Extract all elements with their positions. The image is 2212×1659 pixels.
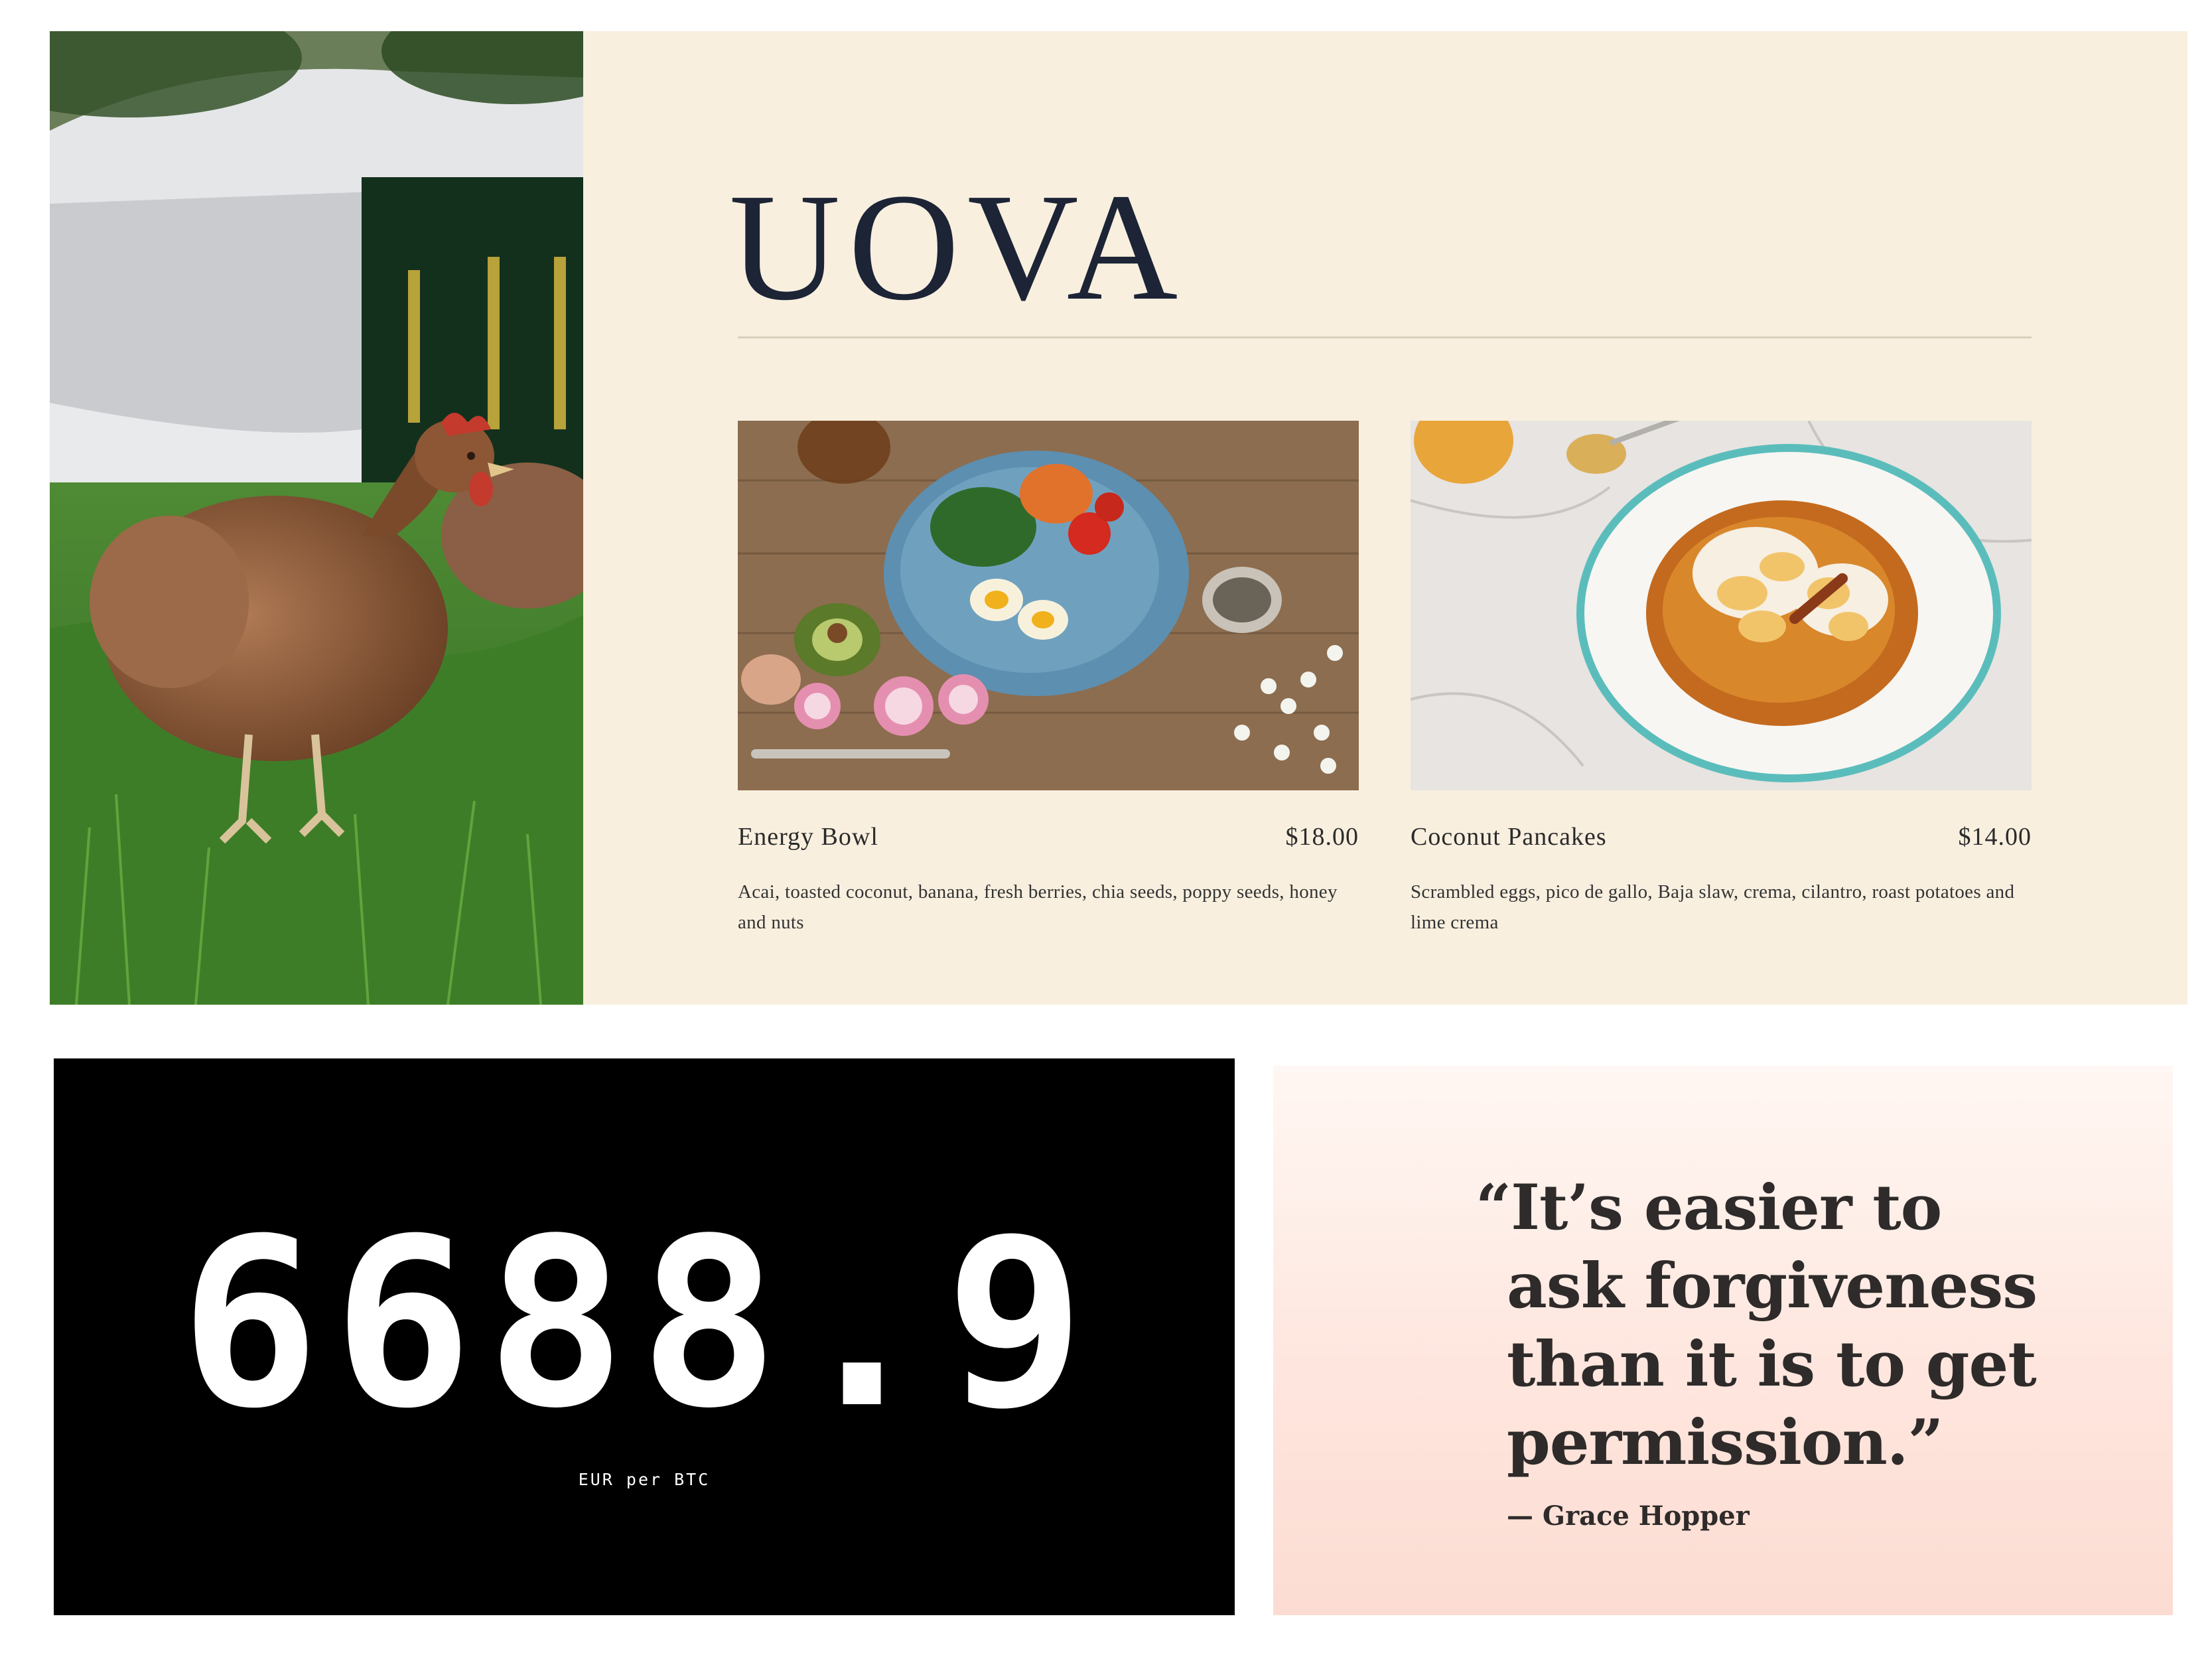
menu-content: UOVA Energy Bowl $18.00 Acai, toasted co… [583, 31, 2187, 1005]
dish-price: $18.00 [1285, 823, 1359, 851]
dish-name: Energy Bowl [738, 823, 878, 851]
brand-title: UOVA [729, 162, 1186, 332]
quote-author: — Grace Hopper [1507, 1500, 1750, 1532]
quote-line: ask forgiveness [1507, 1250, 2038, 1323]
dish-header: Coconut Pancakes $14.00 [1411, 822, 2032, 851]
dish-description: Scrambled eggs, pico de gallo, Baja slaw… [1411, 881, 2015, 933]
dish-price: $14.00 [1958, 823, 2032, 851]
menu-card: UOVA Energy Bowl $18.00 Acai, toasted co… [50, 31, 2187, 1005]
bowl-photo [738, 421, 1359, 790]
quote-card: “It’s easier to ask forgiveness than it … [1273, 1066, 2173, 1615]
price-unit-label: EUR per BTC [578, 1470, 711, 1489]
dish-name: Coconut Pancakes [1411, 823, 1607, 851]
quote-line: than it is to get [1507, 1328, 2037, 1401]
dish-description: Acai, toasted coconut, banana, fresh ber… [738, 881, 1338, 933]
price-value: 6688.9 [180, 1189, 1099, 1459]
quote-line: permission.” [1507, 1406, 1944, 1479]
title-divider [738, 336, 2032, 338]
price-ticker-card: 6688.9 EUR per BTC [54, 1058, 1235, 1615]
pancakes-photo [1411, 421, 2032, 790]
menu-item-coconut-pancakes[interactable]: Coconut Pancakes $14.00 Scrambled eggs, … [1411, 421, 2032, 938]
hen-photo [50, 31, 583, 1005]
quote-line: “It’s easier to [1476, 1171, 1942, 1244]
menu-item-energy-bowl[interactable]: Energy Bowl $18.00 Acai, toasted coconut… [738, 421, 1359, 938]
quote-text: “It’s easier to ask forgiveness than it … [1273, 1169, 2173, 1482]
dish-header: Energy Bowl $18.00 [738, 822, 1359, 851]
